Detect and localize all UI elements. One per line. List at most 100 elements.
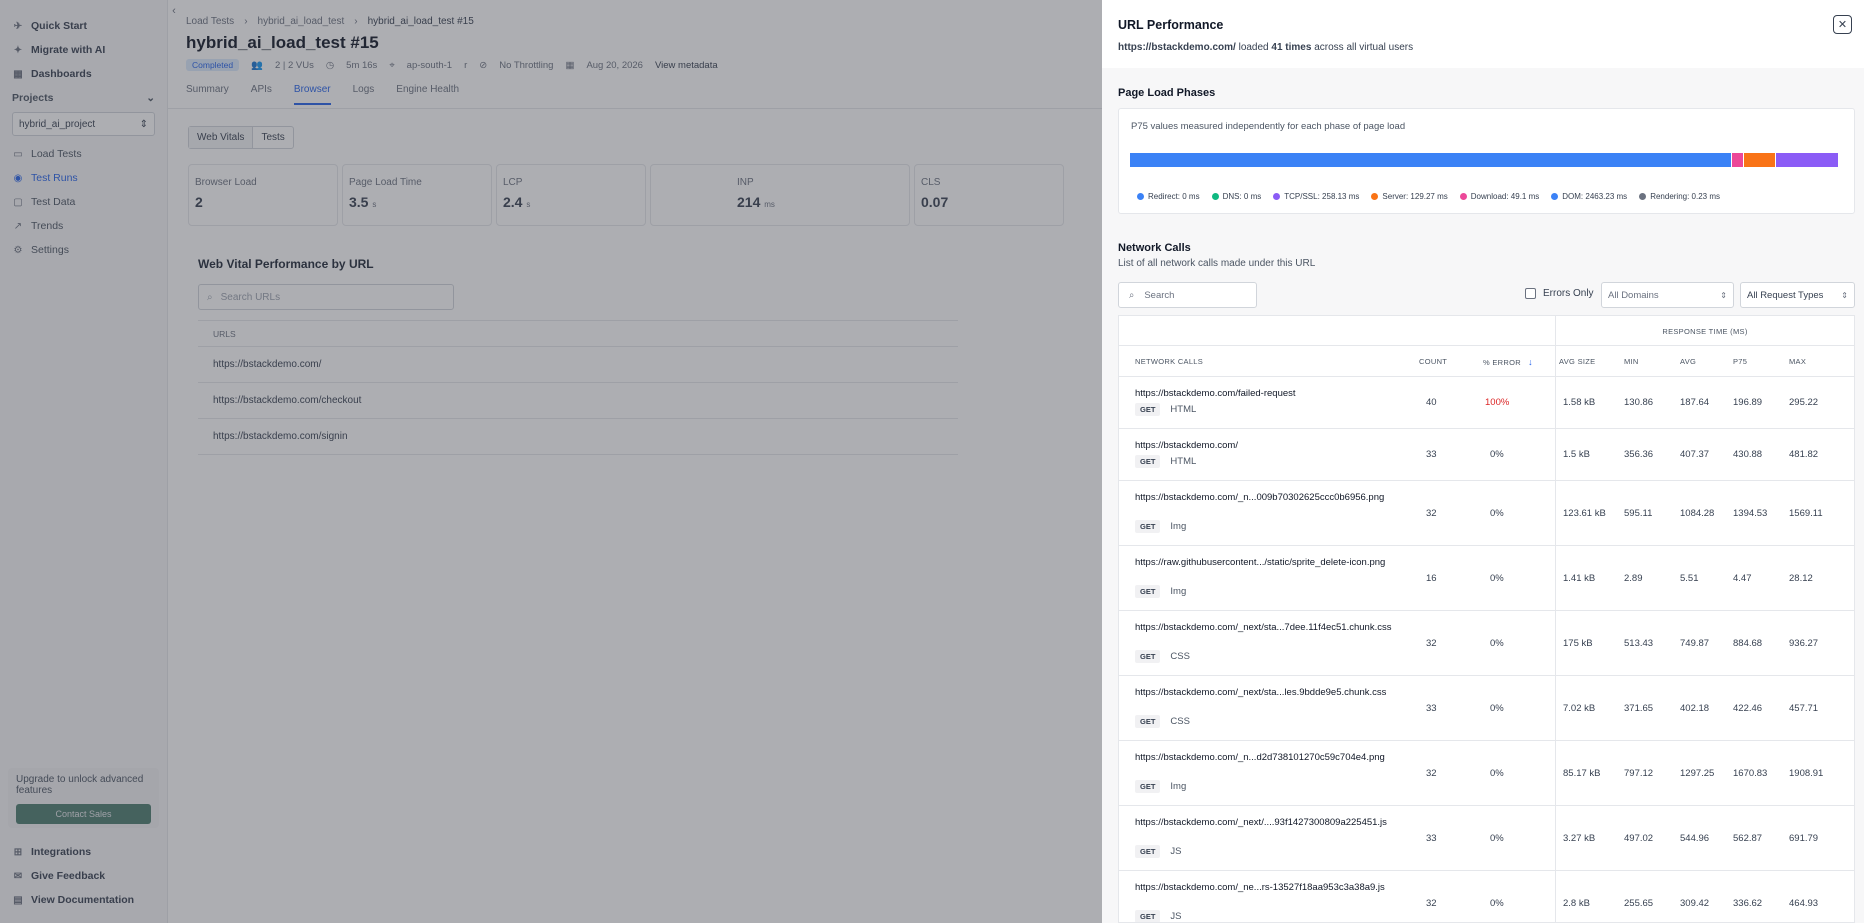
avg-size-cell: 123.61 kB	[1563, 508, 1606, 519]
max-cell: 457.71	[1789, 703, 1819, 714]
network-search-placeholder: Search	[1144, 289, 1175, 301]
sort-down-icon: ↓	[1528, 357, 1533, 367]
col-avg[interactable]: AVG	[1680, 357, 1696, 366]
request-types-value: All Request Types	[1747, 289, 1824, 301]
avg-cell: 1297.25	[1680, 768, 1715, 779]
col-p75[interactable]: P75	[1733, 357, 1747, 366]
count-cell: 32	[1426, 638, 1437, 649]
table-group-header: RESPONSE TIME (MS)	[1119, 316, 1854, 346]
table-row[interactable]: https://bstackdemo.com/failed-request GE…	[1119, 377, 1854, 429]
phase-segment-tcpssl[interactable]	[1774, 153, 1838, 167]
count-cell: 33	[1426, 703, 1437, 714]
error-cell: 0%	[1490, 508, 1504, 519]
drawer-title: URL Performance	[1118, 18, 1224, 32]
count-cell: 33	[1426, 449, 1437, 460]
error-cell: 0%	[1490, 833, 1504, 844]
network-description: List of all network calls made under thi…	[1118, 258, 1316, 269]
max-cell: 464.93	[1789, 898, 1819, 909]
legend-item: DOM: 2463.23 ms	[1551, 192, 1627, 201]
p75-cell: 1394.53	[1733, 508, 1768, 519]
network-call-meta: GET Img	[1135, 780, 1186, 793]
domains-select[interactable]: All Domains ⇕	[1601, 282, 1734, 308]
response-time-group-label: RESPONSE TIME (MS)	[1555, 316, 1854, 346]
errors-only-checkbox[interactable]	[1525, 288, 1536, 299]
network-call-url: https://bstackdemo.com/_next/....93f1427…	[1135, 817, 1387, 828]
max-cell: 1908.91	[1789, 768, 1824, 779]
col-min[interactable]: MIN	[1624, 357, 1639, 366]
min-cell: 797.12	[1624, 768, 1654, 779]
col-count[interactable]: COUNT	[1419, 357, 1447, 366]
modal-backdrop[interactable]	[0, 0, 1102, 923]
avg-cell: 1084.28	[1680, 508, 1715, 519]
legend-label: DOM: 2463.23 ms	[1562, 192, 1628, 201]
legend-dot	[1137, 193, 1144, 200]
http-method-badge: GET	[1135, 780, 1161, 793]
table-row[interactable]: https://bstackdemo.com/_n...d2d738101270…	[1119, 741, 1854, 806]
avg-cell: 402.18	[1680, 703, 1710, 714]
error-cell: 0%	[1490, 898, 1504, 909]
table-row[interactable]: https://raw.githubusercontent.../static/…	[1119, 546, 1854, 611]
errors-only-toggle[interactable]: Errors Only	[1525, 288, 1594, 299]
legend-label: Server: 129.27 ms	[1382, 192, 1448, 201]
chevron-updown-icon: ⇕	[1720, 290, 1727, 300]
request-types-select[interactable]: All Request Types ⇕	[1740, 282, 1855, 308]
network-call-url: https://bstackdemo.com/_n...d2d738101270…	[1135, 752, 1385, 763]
chevron-updown-icon: ⇕	[1841, 290, 1848, 300]
col-error[interactable]: % ERROR ↓	[1483, 357, 1533, 367]
network-search-input[interactable]: ⌕ Search	[1118, 282, 1257, 308]
legend-dot	[1211, 193, 1219, 200]
table-row[interactable]: https://bstackdemo.com/_n...009b70302625…	[1119, 481, 1854, 546]
p75-cell: 196.89	[1733, 397, 1763, 408]
legend-item: Rendering: 0.23 ms	[1639, 192, 1720, 201]
network-call-url: https://bstackdemo.com/failed-request	[1135, 388, 1296, 399]
http-method-badge: GET	[1135, 650, 1161, 663]
phase-legend: Redirect: 0 ms DNS: 0 ms TCP/SSL: 258.13 m…	[1137, 192, 1720, 201]
drawer-subtitle: https://bstackdemo.com/ loaded 41 times …	[1118, 42, 1413, 53]
col-max[interactable]: MAX	[1789, 357, 1806, 366]
avg-cell: 407.37	[1680, 449, 1710, 460]
legend-dot	[1459, 193, 1467, 200]
drawer-header: URL Performance ✕ https://bstackdemo.com…	[1102, 0, 1864, 66]
legend-item: TCP/SSL: 258.13 ms	[1273, 192, 1359, 201]
legend-label: Rendering: 0.23 ms	[1650, 192, 1721, 201]
error-cell: 100%	[1485, 397, 1510, 408]
resource-type: CSS	[1170, 716, 1190, 727]
phases-title: Page Load Phases	[1118, 87, 1216, 99]
legend-label: TCP/SSL: 258.13 ms	[1284, 192, 1360, 201]
table-row[interactable]: https://bstackdemo.com/_ne...rs-13527f18…	[1119, 871, 1854, 922]
avg-size-cell: 3.27 kB	[1563, 833, 1596, 844]
drawer-sub-loaded: loaded	[1235, 42, 1272, 53]
max-cell: 691.79	[1789, 833, 1819, 844]
table-row[interactable]: https://bstackdemo.com/_next/....93f1427…	[1119, 806, 1854, 871]
col-avg-size[interactable]: AVG SIZE	[1559, 357, 1595, 366]
close-button[interactable]: ✕	[1833, 15, 1852, 34]
http-method-badge: GET	[1135, 455, 1161, 468]
network-call-meta: GET HTML	[1135, 455, 1196, 468]
p75-cell: 562.87	[1733, 833, 1763, 844]
domains-select-value: All Domains	[1608, 289, 1659, 301]
network-call-url: https://bstackdemo.com/_next/sta...les.9…	[1135, 687, 1387, 698]
legend-dot	[1273, 193, 1281, 200]
network-call-meta: GET JS	[1135, 910, 1182, 922]
resource-type: Img	[1170, 781, 1187, 792]
legend-dot	[1371, 193, 1379, 200]
table-row[interactable]: https://bstackdemo.com/_next/sta...7dee.…	[1119, 611, 1854, 676]
avg-cell: 749.87	[1680, 638, 1710, 649]
col-network-calls[interactable]: NETWORK CALLS	[1135, 357, 1203, 366]
p75-cell: 4.47	[1733, 573, 1752, 584]
network-calls-table: RESPONSE TIME (MS) NETWORK CALLS COUNT %…	[1118, 315, 1855, 923]
table-row[interactable]: https://bstackdemo.com/_next/sta...les.9…	[1119, 676, 1854, 741]
network-call-meta: GET Img	[1135, 585, 1186, 598]
phase-segment-rendering[interactable]	[1838, 153, 1839, 167]
min-cell: 371.65	[1624, 703, 1654, 714]
search-icon: ⌕	[1129, 289, 1135, 301]
phase-segment-server[interactable]	[1743, 153, 1775, 167]
avg-size-cell: 2.8 kB	[1563, 898, 1590, 909]
min-cell: 595.11	[1624, 508, 1653, 519]
table-row[interactable]: https://bstackdemo.com/ GET HTML 33 0% 1…	[1119, 429, 1854, 481]
network-call-url: https://bstackdemo.com/	[1135, 440, 1238, 451]
phase-segment-download[interactable]	[1731, 153, 1744, 167]
phase-segment-dom[interactable]	[1130, 153, 1732, 167]
errors-only-label: Errors Only	[1543, 288, 1594, 299]
p75-cell: 884.68	[1733, 638, 1763, 649]
